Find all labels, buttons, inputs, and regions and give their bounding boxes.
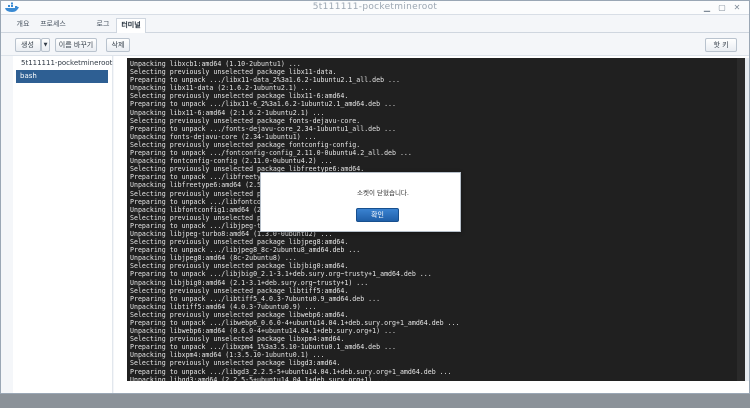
terminal-line: Selecting previously unselected package … [130,238,349,247]
terminal-line: Selecting previously unselected package … [130,286,349,295]
terminal-line: Selecting previously unselected package … [130,92,349,101]
window-title: 5t111111-pocketmineroot [312,2,438,12]
container-name: 5t111111-pocketmineroot [21,59,113,67]
terminal-line: Unpacking fonts-dejavu-core (2.34-1ubunt… [130,132,317,141]
terminal-line: Unpacking libx11-data (2:1.6.2-1ubuntu2.… [130,84,313,93]
close-icon[interactable]: ✕ [731,2,743,13]
terminal-scrollbar[interactable] [737,58,745,381]
terminal-line: Unpacking libjpeg8:amd64 (8c-2ubuntu8) .… [130,254,297,263]
sidebar-item-bash[interactable]: bash [16,70,108,83]
terminal-line: Selecting previously unselected package … [130,116,361,125]
terminal-line: Preparing to unpack .../libjpeg8_8c-2ubu… [130,246,361,255]
terminal-line: Preparing to unpack .../libjbig0_2.1-3.1… [130,270,432,279]
rename-button[interactable]: 이름 바꾸기 [55,38,97,52]
terminal-line: Preparing to unpack .../fonts-dejavu-cor… [130,124,396,133]
terminal-line: Unpacking libtiff5:amd64 (4.0.3-7ubuntu0… [130,302,317,311]
create-dropdown-icon[interactable]: ▼ [41,38,50,52]
page-scrollbar[interactable] [745,58,749,381]
terminal-line: Unpacking fontconfig-config (2.11.0-0ubu… [130,157,333,166]
terminal-line: Selecting previously unselected package … [130,359,341,368]
terminal-line: Unpacking libgd3:amd64 (2.2.5-5+ubuntu14… [130,375,389,381]
maximize-icon[interactable]: ▢ [716,2,728,13]
terminal-line: Selecting previously unselected package … [130,262,349,271]
terminal-line: Preparing to unpack .../fontconfig-confi… [130,149,412,158]
background-strip [0,394,750,408]
terminal-line: Unpacking libxcb1:amd64 (1.10-2ubuntu1) … [130,60,301,68]
terminal-line: Preparing to unpack .../libgd3_2.2.5-5+u… [130,367,452,376]
tab-bar: 개요 프로세스 로그 터미널 [1,15,749,33]
terminal-line: Unpacking libxpm4:amd64 (1:3.5.10-1ubunt… [130,351,325,360]
toolbar: 생성 ▼ 이름 바꾸기 삭제 핫 키 [1,34,749,56]
terminal-line: Preparing to unpack .../libx11-6_2%3a1.6… [130,100,396,109]
terminal-line: Unpacking libjbig0:amd64 (2.1-3.1+deb.su… [130,278,369,287]
terminal-line: Unpacking libx11-6:amd64 (2:1.6.2-1ubunt… [130,108,325,117]
terminal-line: Selecting previously unselected package … [130,335,345,344]
sidebar: 5t111111-pocketmineroot bash [13,56,113,393]
title-bar: 5t111111-pocketmineroot ▁ ▢ ✕ [1,1,749,15]
terminal-line: Preparing to unpack .../libtiff5_4.0.3-7… [130,294,381,303]
tab-log[interactable]: 로그 [91,18,115,33]
terminal-line: Selecting previously unselected package … [130,310,349,319]
terminal-line: Preparing to unpack .../libwebp6_0.6.0-4… [130,319,460,327]
delete-button[interactable]: 삭제 [106,38,130,52]
shortcut-button[interactable]: 핫 키 [705,38,737,52]
tab-overview[interactable]: 개요 [11,18,35,33]
dialog-message: 소켓이 닫혔습니다. [357,189,409,197]
minimize-icon[interactable]: ▁ [701,2,713,13]
tab-processes[interactable]: 프로세스 [37,18,69,33]
socket-closed-dialog: 소켓이 닫혔습니다. 확인 [260,172,461,232]
tab-terminal[interactable]: 터미널 [116,18,146,33]
ok-button[interactable]: 확인 [356,208,399,222]
terminal-line: Selecting previously unselected package … [130,68,337,77]
terminal-line: Unpacking libwebp6:amd64 (0.6.0-4+ubuntu… [130,327,396,336]
terminal-line: Preparing to unpack .../libx11-data_2%3a… [130,76,400,85]
create-button-label: 생성 [21,41,34,49]
create-button[interactable]: 생성 [15,38,41,52]
terminal-line: Selecting previously unselected package … [130,140,361,149]
terminal-line: Preparing to unpack .../libxpm4_1%3a3.5.… [130,343,396,352]
